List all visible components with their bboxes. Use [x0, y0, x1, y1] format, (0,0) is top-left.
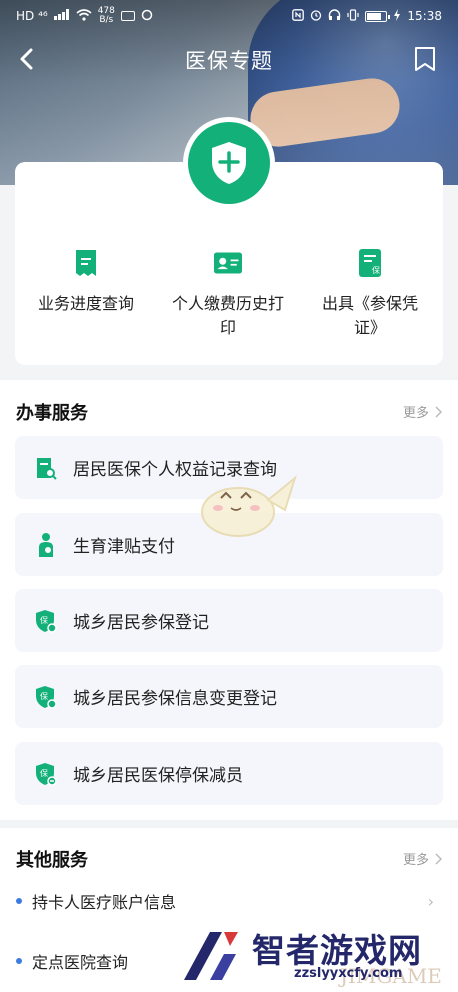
- quick-action-label: 业务进度查询: [37, 294, 134, 313]
- chevron-right-icon: [435, 405, 442, 418]
- services-title: 办事服务: [16, 403, 88, 424]
- other-services-more-link[interactable]: 更多: [403, 849, 442, 868]
- more-label: 更多: [402, 853, 429, 868]
- quick-action-progress-query[interactable]: 业务进度查询: [16, 248, 156, 316]
- quick-action-label: 个人缴费历史打印: [171, 294, 284, 337]
- page-title: 医保专题: [185, 49, 273, 73]
- net-speed: 478 B/s: [98, 7, 115, 25]
- svg-text:保: 保: [40, 691, 48, 701]
- watermark-url: zzslyyxcfy.com: [294, 966, 403, 981]
- bookmark-button[interactable]: [410, 44, 440, 74]
- alarm-icon: [310, 9, 322, 24]
- other-item-card-account[interactable]: 持卡人医疗账户信息 ›: [16, 886, 442, 916]
- insurance-certificate-icon: 保: [356, 248, 384, 278]
- quick-action-payment-history[interactable]: 个人缴费历史打印: [158, 248, 298, 340]
- shield-plus-icon: [188, 122, 270, 204]
- service-label: 城乡居民参保信息变更登记: [73, 689, 277, 709]
- mascot-sticker-image: [193, 470, 298, 540]
- charging-icon: [393, 8, 401, 24]
- service-item-registration[interactable]: 保 城乡居民参保登记: [15, 589, 443, 652]
- back-button[interactable]: [12, 44, 42, 74]
- quick-action-label: 出具《参保凭证》: [321, 294, 418, 337]
- bullet-dot: [16, 958, 22, 964]
- document-icon: [72, 248, 100, 278]
- other-services-title: 其他服务: [16, 850, 88, 871]
- status-right: 15:38: [292, 8, 442, 24]
- net-speed-unit: B/s: [99, 15, 114, 25]
- site-watermark: 智者游戏网 JIMGAME zzslyyxcfy.com: [180, 920, 458, 992]
- services-more-link[interactable]: 更多: [403, 402, 442, 421]
- watermark-logo-icon: [184, 932, 238, 980]
- more-label: 更多: [402, 406, 429, 421]
- svg-text:保: 保: [40, 768, 48, 778]
- shield-minus-icon: 保: [35, 762, 57, 786]
- nfc-icon: [292, 8, 305, 24]
- status-bar: HD ⁴⁶ 478 B/s 15:38: [0, 0, 458, 32]
- status-left: HD ⁴⁶ 478 B/s: [16, 7, 153, 25]
- headphones-icon: [328, 8, 341, 24]
- medical-shield-badge: [183, 117, 275, 209]
- shield-register-icon: 保: [35, 609, 57, 633]
- id-card-icon: [214, 248, 242, 278]
- other-item-label: 持卡人医疗账户信息: [32, 893, 177, 912]
- chevron-left-icon: [20, 48, 33, 70]
- vibrate-icon: [347, 8, 360, 24]
- service-label: 城乡居民医保停保减员: [73, 766, 243, 786]
- service-label: 生育津贴支付: [73, 537, 175, 557]
- signal-icon: [53, 9, 70, 23]
- bookmark-icon: [415, 47, 435, 71]
- bullet-dot: [16, 898, 22, 904]
- maternity-icon: [35, 532, 57, 557]
- chevron-right-icon: ›: [427, 891, 434, 911]
- status-time: 15:38: [407, 9, 442, 23]
- nav-bar: 医保专题: [0, 34, 458, 86]
- record-search-icon: [35, 456, 57, 480]
- service-label: 城乡居民参保登记: [73, 613, 209, 633]
- svg-text:保: 保: [40, 615, 48, 625]
- chevron-right-icon: [435, 852, 442, 865]
- network-type: HD ⁴⁶: [16, 9, 48, 23]
- quick-action-insurance-certificate[interactable]: 保 出具《参保凭证》: [300, 248, 440, 340]
- service-item-info-change[interactable]: 保 城乡居民参保信息变更登记: [15, 665, 443, 728]
- notification-app-icon: [120, 11, 135, 21]
- other-item-label: 定点医院查询: [32, 953, 129, 972]
- battery-icon: [365, 10, 391, 22]
- service-item-stop-insurance[interactable]: 保 城乡居民医保停保减员: [15, 742, 443, 805]
- wifi-icon: [76, 8, 92, 24]
- shield-edit-icon: 保: [35, 685, 57, 709]
- loading-circle-icon: [141, 9, 153, 24]
- svg-text:保: 保: [372, 265, 380, 275]
